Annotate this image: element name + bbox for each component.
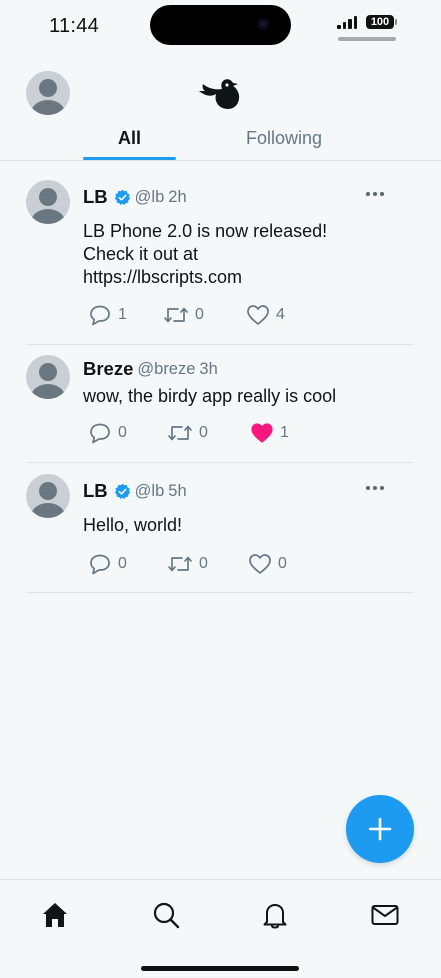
status-indicator — [338, 37, 396, 41]
home-icon[interactable] — [40, 900, 70, 930]
dynamic-island — [150, 5, 291, 45]
signal-icon — [337, 16, 357, 29]
post-time: 2h — [168, 187, 187, 206]
post-text: LB Phone 2.0 is now released! Check it o… — [83, 220, 327, 289]
header-divider — [0, 160, 441, 161]
reply-icon — [90, 554, 110, 575]
status-bar: 11:44 100 — [0, 0, 441, 56]
post-avatar[interactable] — [26, 355, 70, 399]
retweet-button[interactable]: 0 — [163, 304, 204, 326]
post-actions: 0 0 0 — [88, 553, 308, 575]
post-author-name[interactable]: LB — [83, 186, 108, 208]
heart-icon — [249, 554, 271, 574]
reply-count: 0 — [118, 424, 127, 441]
like-button[interactable]: 0 — [248, 553, 287, 575]
like-count: 4 — [276, 306, 285, 323]
mail-icon[interactable] — [370, 900, 400, 930]
like-button[interactable]: 4 — [246, 304, 285, 326]
post-text-line: LB Phone 2.0 is now released! — [83, 221, 328, 241]
post-author-name[interactable]: LB — [83, 480, 108, 502]
reply-button[interactable]: 1 — [88, 304, 127, 326]
post-actions: 0 0 1 — [88, 422, 308, 444]
post-header: Breze @breze 3h — [83, 358, 218, 380]
tab-following[interactable]: Following — [225, 128, 343, 161]
status-time: 11:44 — [49, 15, 100, 37]
post-handle[interactable]: @lb — [135, 482, 165, 501]
post-text-line: Hello, world! — [83, 515, 183, 535]
post-text-line: Check it out at — [83, 244, 199, 264]
post-time: 5h — [168, 481, 187, 500]
post-handle[interactable]: @breze — [137, 360, 195, 379]
post-text: wow, the birdy app really is cool — [83, 385, 336, 408]
profile-avatar[interactable] — [26, 71, 70, 115]
retweet-icon — [168, 556, 192, 572]
post-divider — [26, 462, 414, 463]
retweet-icon — [164, 307, 188, 323]
verified-badge-icon — [114, 189, 130, 205]
post-avatar[interactable] — [26, 474, 70, 518]
post-avatar[interactable] — [26, 180, 70, 224]
retweet-icon — [168, 425, 192, 441]
like-count: 0 — [278, 555, 287, 572]
bottom-nav — [0, 879, 441, 978]
like-button[interactable]: 1 — [250, 422, 289, 444]
heart-icon — [247, 305, 269, 325]
retweet-count: 0 — [195, 306, 204, 323]
post-time: 3h — [199, 359, 218, 378]
retweet-button[interactable]: 0 — [167, 553, 208, 575]
post-handle[interactable]: @lb — [135, 188, 165, 207]
post-header: LB @lb 2h — [83, 186, 187, 208]
more-options-icon[interactable] — [366, 192, 384, 196]
reply-button[interactable]: 0 — [88, 422, 127, 444]
home-indicator[interactable] — [141, 966, 299, 971]
retweet-count: 0 — [199, 424, 208, 441]
reply-icon — [90, 305, 110, 326]
search-icon[interactable] — [151, 900, 181, 930]
bird-logo-icon — [199, 79, 240, 109]
post-text-line: wow, the birdy app really is cool — [83, 386, 337, 406]
reply-icon — [90, 423, 110, 444]
post-actions: 1 0 4 — [88, 304, 308, 326]
verified-badge-icon — [114, 483, 130, 499]
bell-icon[interactable] — [260, 900, 290, 930]
post-text: Hello, world! — [83, 514, 182, 537]
heart-filled-icon — [251, 423, 273, 443]
post-divider — [26, 344, 414, 345]
compose-button[interactable] — [346, 795, 414, 863]
post-header: LB @lb 5h — [83, 480, 187, 502]
retweet-button[interactable]: 0 — [167, 422, 208, 444]
post-author-name[interactable]: Breze — [83, 358, 133, 380]
reply-count: 0 — [118, 555, 127, 572]
plus-icon — [368, 817, 392, 841]
camera-icon — [257, 18, 269, 30]
like-count: 1 — [280, 424, 289, 441]
battery-icon: 100 — [366, 15, 397, 29]
retweet-count: 0 — [199, 555, 208, 572]
more-options-icon[interactable] — [366, 486, 384, 490]
reply-count: 1 — [118, 306, 127, 323]
post-text-line[interactable]: https://lbscripts.com — [83, 266, 327, 289]
post-divider — [26, 592, 414, 593]
reply-button[interactable]: 0 — [88, 553, 127, 575]
